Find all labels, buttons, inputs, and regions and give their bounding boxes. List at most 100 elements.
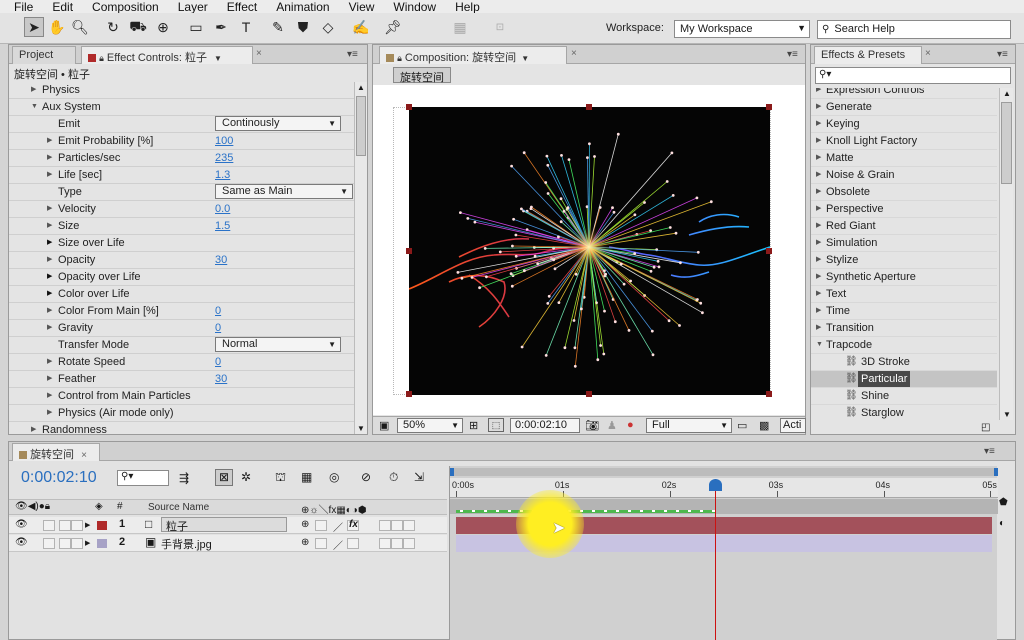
channel-rgb-icon[interactable]: ●	[627, 419, 634, 431]
menu-view[interactable]: View	[349, 0, 394, 14]
navigator-end-handle[interactable]	[994, 468, 998, 476]
menu-file[interactable]: File	[0, 0, 52, 14]
time-navigator[interactable]	[450, 468, 998, 476]
switch-box[interactable]	[315, 520, 327, 531]
twirl-closed-icon[interactable]: ▶	[85, 539, 90, 547]
property-row[interactable]: ▶ Physics	[9, 82, 354, 99]
tab-project[interactable]: Project	[12, 46, 76, 64]
effect-category[interactable]: ▼ Trapcode	[811, 337, 997, 354]
quality-switch-icon[interactable]: ／	[333, 519, 343, 534]
effect-category[interactable]: ▶ Text	[811, 286, 997, 303]
property-dropdown[interactable]: Continously ▼	[215, 116, 341, 131]
effect-category[interactable]: ▶ Expression Controls	[811, 88, 997, 99]
transform-handle[interactable]	[766, 248, 772, 254]
shy-switch-icon[interactable]: ⊕	[301, 519, 309, 530]
transform-handle[interactable]	[586, 104, 592, 110]
scroll-thumb[interactable]	[1001, 102, 1012, 184]
navigator-start-handle[interactable]	[450, 468, 454, 476]
panel-menu-icon[interactable]: ▾≡	[787, 49, 798, 60]
property-dropdown[interactable]: Normal ▼	[215, 337, 341, 352]
comp-navigator-button[interactable]: 旋转空间	[393, 67, 451, 84]
eraser-tool-icon[interactable]: ◇	[318, 17, 338, 37]
menu-window[interactable]: Window	[393, 0, 455, 14]
close-icon[interactable]: ×	[571, 48, 577, 59]
fx-switch-icon[interactable]: fx	[349, 519, 358, 530]
twirl-closed-icon[interactable]: ▶	[47, 150, 52, 166]
twirl-closed-icon[interactable]: ▶	[31, 82, 36, 98]
switch-box[interactable]	[391, 520, 403, 531]
twirl-closed-icon[interactable]: ▶	[816, 218, 821, 234]
clone-stamp-tool-icon[interactable]: ⛊	[293, 17, 313, 37]
effect-category[interactable]: ▶ Knoll Light Factory	[811, 133, 997, 150]
show-snapshot-icon[interactable]: ♟	[607, 419, 617, 432]
property-row[interactable]: ▼ Aux System	[9, 99, 354, 116]
camera-snapshot-icon[interactable]: 📷︎	[585, 419, 599, 432]
property-row[interactable]: ▶ Feather 30	[9, 371, 354, 388]
source-name-header[interactable]: Source Name	[148, 502, 209, 513]
switch-box[interactable]	[403, 538, 415, 549]
region-of-interest-icon[interactable]: ⬚	[488, 418, 504, 432]
property-row[interactable]: ▶ Emit Probability [%] 100	[9, 133, 354, 150]
transform-handle[interactable]	[406, 391, 412, 397]
search-help-field[interactable]: ⚲ Search Help	[817, 20, 1011, 39]
comp-marker-bin-icon[interactable]: ⬟	[999, 497, 1013, 511]
menu-animation[interactable]: Animation	[276, 0, 348, 14]
menu-help[interactable]: Help	[455, 0, 499, 14]
twirl-closed-icon[interactable]: ▶	[85, 521, 90, 529]
property-row[interactable]: ▶ Opacity over Life	[9, 269, 354, 286]
switch-box[interactable]	[59, 538, 71, 549]
switch-box[interactable]	[71, 538, 83, 549]
twirl-closed-icon[interactable]: ▶	[816, 252, 821, 268]
transform-handle[interactable]	[766, 104, 772, 110]
property-row[interactable]: ▶ Color over Life	[9, 286, 354, 303]
scroll-down-icon[interactable]: ▼	[1003, 410, 1011, 419]
property-value[interactable]: 0	[215, 354, 221, 370]
layer-search-input[interactable]: ⚲▾	[117, 470, 169, 486]
effect-category[interactable]: ▶ Noise & Grain	[811, 167, 997, 184]
property-row[interactable]: Emit Continously ▼	[9, 116, 354, 133]
switch-box[interactable]	[315, 538, 327, 549]
twirl-closed-icon[interactable]: ▶	[47, 388, 52, 404]
tab-timeline[interactable]: 旋转空间 ×	[12, 443, 100, 461]
draft-3d-icon[interactable]: ⊠	[215, 469, 233, 486]
property-row[interactable]: ▶ Color From Main [%] 0	[9, 303, 354, 320]
close-icon[interactable]: ×	[256, 48, 262, 59]
effect-category[interactable]: ▶ Perspective	[811, 201, 997, 218]
pen-tool-icon[interactable]: ✒	[211, 17, 231, 37]
switch-box[interactable]	[379, 538, 391, 549]
twirl-closed-icon[interactable]: ▶	[47, 133, 52, 149]
quality-switch-icon[interactable]: ／	[333, 537, 343, 552]
hand-tool-icon[interactable]: ✋	[47, 17, 67, 37]
effect-category[interactable]: ▶ Keying	[811, 116, 997, 133]
frame-blending-icon[interactable]: ⛫	[275, 470, 286, 486]
layer-label-color[interactable]	[97, 539, 107, 548]
property-row[interactable]: ▶ Size 1.5	[9, 218, 354, 235]
switch-box[interactable]	[43, 538, 55, 549]
twirl-closed-icon[interactable]: ▶	[47, 252, 52, 268]
property-row[interactable]: ▶ Size over Life	[9, 235, 354, 252]
magnification-dropdown[interactable]: 50% ▼	[397, 418, 463, 433]
property-row[interactable]: ▶ Velocity 0.0	[9, 201, 354, 218]
motion-blur-icon[interactable]: ▦	[301, 470, 312, 484]
playhead-handle[interactable]	[709, 479, 723, 491]
menu-effect[interactable]: Effect	[227, 0, 276, 14]
transform-handle[interactable]	[586, 391, 592, 397]
twirl-closed-icon[interactable]: ▶	[816, 116, 821, 132]
transform-handle[interactable]	[406, 104, 412, 110]
scroll-thumb[interactable]	[356, 96, 366, 156]
twirl-closed-icon[interactable]: ▶	[816, 320, 821, 336]
effect-item[interactable]: ⛓ Starglow	[811, 405, 997, 420]
shy-switch-icon[interactable]: ⊕	[301, 537, 309, 548]
pan-behind-tool-icon[interactable]: ⊕	[153, 17, 173, 37]
property-value[interactable]: 1.3	[215, 167, 230, 183]
panel-menu-icon[interactable]: ▾≡	[984, 446, 995, 457]
effect-category[interactable]: ▶ Transition	[811, 320, 997, 337]
twirl-closed-icon[interactable]: ▶	[47, 201, 52, 217]
property-row[interactable]: ▶ Gravity 0	[9, 320, 354, 337]
chevron-down-icon[interactable]: ▼	[214, 54, 222, 63]
twirl-closed-icon[interactable]: ▶	[816, 88, 821, 98]
twirl-closed-icon[interactable]: ▶	[47, 303, 52, 319]
new-folder-icon[interactable]: ◰	[981, 422, 990, 433]
twirl-closed-icon[interactable]: ▶	[47, 269, 52, 285]
twirl-closed-icon[interactable]: ▶	[816, 303, 821, 319]
